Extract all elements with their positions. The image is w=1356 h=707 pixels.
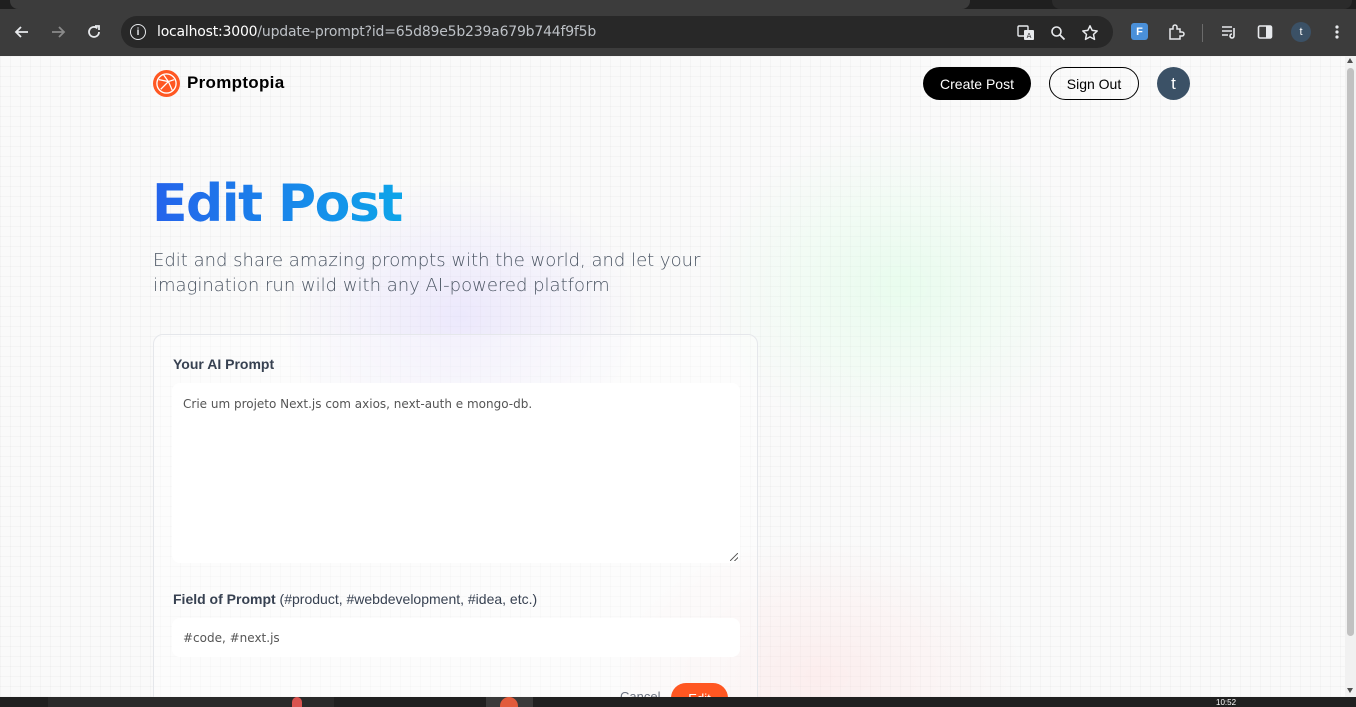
page-title: Edit Post xyxy=(152,174,403,234)
scroll-up-arrow-icon[interactable] xyxy=(1347,58,1353,63)
prompt-text: Crie um projeto Next.js com axios, next-… xyxy=(183,397,533,411)
scroll-down-arrow-icon[interactable] xyxy=(1347,688,1353,693)
page-scrollbar[interactable] xyxy=(1345,56,1356,697)
page-viewport: Promptopia Create Post Sign Out t Edit P… xyxy=(0,56,1345,697)
menu-icon[interactable] xyxy=(1327,22,1347,42)
browser-toolbar: i localhost:3000/update-prompt?id=65d89e… xyxy=(0,9,1356,56)
site-info-icon[interactable]: i xyxy=(130,24,146,40)
translate-icon[interactable]: A xyxy=(1016,23,1036,43)
address-bar[interactable]: i localhost:3000/update-prompt?id=65d89e… xyxy=(121,16,1113,48)
edit-submit-button[interactable]: Edit xyxy=(671,683,728,697)
page-description: Edit and share amazing prompts with the … xyxy=(153,250,701,296)
user-avatar[interactable]: t xyxy=(1157,67,1190,100)
address-url[interactable]: localhost:3000/update-prompt?id=65d89e5b… xyxy=(157,24,596,40)
tag-input[interactable]: #code, #next.js xyxy=(172,618,740,657)
back-icon[interactable] xyxy=(10,20,34,44)
tag-label-title: Field of Prompt xyxy=(173,591,276,607)
brand-name[interactable]: Promptopia xyxy=(187,73,284,93)
url-host: localhost:3000 xyxy=(157,24,258,40)
edit-post-form: Your AI Prompt Crie um projeto Next.js c… xyxy=(153,334,758,697)
prompt-label: Your AI Prompt xyxy=(173,356,275,372)
extensions-puzzle-icon[interactable] xyxy=(1166,22,1186,42)
create-post-button[interactable]: Create Post xyxy=(923,67,1031,100)
profile-icon[interactable]: t xyxy=(1291,22,1311,42)
tag-label-hint: (#product, #webdevelopment, #idea, etc.) xyxy=(275,591,538,607)
cancel-link[interactable]: Cancel xyxy=(620,689,660,697)
toolbar-separator xyxy=(1202,24,1203,42)
side-panel-icon[interactable] xyxy=(1255,22,1275,42)
active-tab[interactable] xyxy=(10,0,970,9)
sign-out-button[interactable]: Sign Out xyxy=(1049,67,1139,100)
promptopia-logo-icon[interactable] xyxy=(153,70,180,97)
resize-grip-icon[interactable] xyxy=(730,553,738,561)
browser-tab-strip xyxy=(0,0,1356,9)
forward-icon[interactable] xyxy=(46,20,70,44)
tag-label: Field of Prompt (#product, #webdevelopme… xyxy=(173,591,537,607)
zoom-icon[interactable] xyxy=(1048,23,1068,43)
tag-text: #code, #next.js xyxy=(183,631,280,645)
prompt-textarea[interactable]: Crie um projeto Next.js com axios, next-… xyxy=(172,383,740,563)
inactive-tab[interactable] xyxy=(1052,0,1352,9)
reading-list-icon[interactable] xyxy=(1219,22,1239,42)
taskbar-clock: 10:52 xyxy=(1216,698,1237,707)
url-path: /update-prompt?id=65d89e5b239a679b744f9f… xyxy=(257,24,597,40)
taskbar-app-icon[interactable] xyxy=(292,697,302,707)
os-taskbar: 10:52 xyxy=(0,697,1356,707)
bookmark-star-icon[interactable] xyxy=(1080,23,1100,43)
reload-icon[interactable] xyxy=(82,20,106,44)
extension-f-icon[interactable]: F xyxy=(1131,23,1148,40)
svg-text:A: A xyxy=(1027,32,1032,40)
scrollbar-thumb[interactable] xyxy=(1347,68,1354,636)
